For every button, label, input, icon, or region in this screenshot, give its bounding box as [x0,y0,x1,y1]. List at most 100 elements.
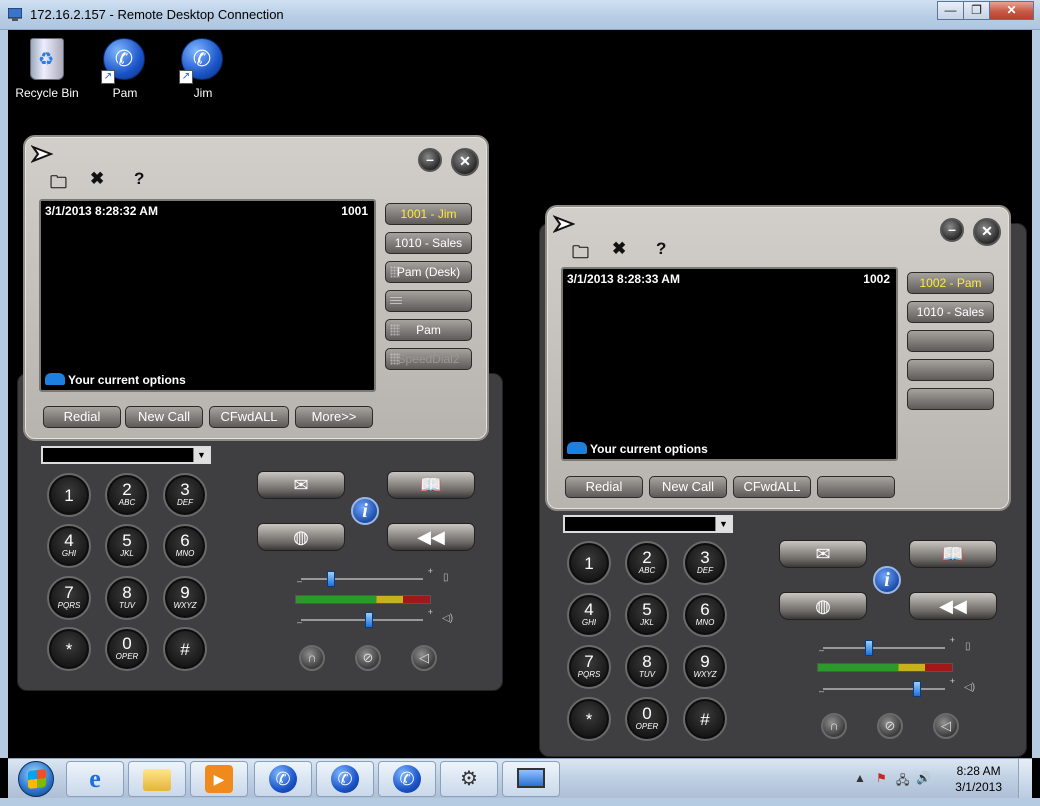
desktop-icon-pam[interactable]: ✆ ↗ Pam [88,38,162,100]
softkey-cfwdall[interactable]: CFwdALL [733,476,811,498]
taskbar-phone-app-1[interactable]: ✆ [254,761,312,797]
line-button-empty[interactable] [907,388,994,410]
key-1[interactable]: 1 [47,473,91,517]
logo-arrow-icon[interactable] [31,145,53,163]
line-button-1010-sales[interactable]: 1010 - Sales [907,301,994,323]
taskbar-windows-explorer[interactable] [128,761,186,797]
key-8[interactable]: 8 TUV [625,645,669,689]
key-2[interactable]: 2 ABC [105,473,149,517]
desktop-icon-jim[interactable]: ✆ ↗ Jim [166,38,240,100]
back-button[interactable]: ◀◀ [909,592,997,620]
key-9[interactable]: 9 WXYZ [683,645,727,689]
mute-button[interactable]: ⊘ [355,645,381,671]
speaker-volume-slider[interactable]: – + [297,607,433,628]
logo-arrow-icon[interactable] [553,215,575,233]
key-hash[interactable]: # [683,697,727,741]
mute-button[interactable]: ⊘ [877,713,903,739]
taskbar-internet-explorer[interactable]: e [66,761,124,797]
softkey-new-call[interactable]: New Call [125,406,203,428]
taskbar-media-player[interactable]: ▶ [190,761,248,797]
speed-dial-empty[interactable] [385,290,472,312]
line-button-1010-sales[interactable]: 1010 - Sales [385,232,472,254]
info-button[interactable]: i [351,497,379,525]
line-button-empty[interactable] [907,359,994,381]
help-icon[interactable]: ? [134,169,144,189]
minimize-button[interactable]: — [937,1,964,20]
dial-number-combobox[interactable]: ▼ [563,515,733,533]
messages-button[interactable]: ✉ [779,540,867,568]
key-7[interactable]: 7 PQRS [47,576,91,620]
key-3[interactable]: 3 DEF [163,473,207,517]
softkey-empty[interactable] [817,476,895,498]
taskbar-phone-app-2[interactable]: ✆ [316,761,374,797]
directories-button[interactable]: 📖 [909,540,997,568]
key-5[interactable]: 5 JKL [105,524,149,568]
line-button-1001-jim[interactable]: 1001 - Jim [385,203,472,225]
speaker-volume-slider[interactable]: – + [819,676,955,697]
restore-button[interactable]: ❐ [963,1,990,20]
services-button[interactable]: ◍ [257,523,345,551]
key-2[interactable]: 2 ABC [625,541,669,585]
key-star[interactable]: * [567,697,611,741]
show-hidden-icons-icon[interactable]: ▲ [854,771,866,785]
show-desktop-button[interactable] [1018,759,1032,799]
key-4[interactable]: 4 GHI [47,524,91,568]
desktop-icon-recycle-bin[interactable]: Recycle Bin [10,38,84,100]
line-button-empty[interactable] [907,330,994,352]
help-icon[interactable]: ? [656,239,666,259]
line-button-1002-pam[interactable]: 1002 - Pam [907,272,994,294]
folder-icon[interactable]: 🗀 [572,240,589,269]
start-button[interactable] [14,759,60,799]
dial-number-combobox[interactable]: ▼ [41,446,211,464]
services-button[interactable]: ◍ [779,592,867,620]
key-1[interactable]: 1 [567,541,611,585]
minimize-phone-button[interactable]: – [418,148,442,172]
key-star[interactable]: * [47,627,91,671]
taskbar-phone-app-3[interactable]: ✆ [378,761,436,797]
messages-button[interactable]: ✉ [257,471,345,499]
mic-volume-slider[interactable]: – + [819,635,955,656]
speed-dial-pam-desk[interactable]: Pam (Desk) [385,261,472,283]
minimize-phone-button[interactable]: – [940,218,964,242]
tools-icon[interactable]: ✖ [612,239,626,259]
headset-button[interactable]: ∩ [821,713,847,739]
close-phone-button[interactable]: ✕ [451,148,479,176]
taskbar-remote-desktop[interactable] [502,761,560,797]
key-7[interactable]: 7 PQRS [567,645,611,689]
chevron-down-icon[interactable]: ▼ [193,448,209,462]
key-9[interactable]: 9 WXYZ [163,576,207,620]
chevron-down-icon[interactable]: ▼ [715,517,731,531]
softkey-redial[interactable]: Redial [43,406,121,428]
speed-dial-2[interactable]: SpeedDial2 [385,348,472,370]
volume-icon[interactable]: 🔊 [916,771,931,785]
key-3[interactable]: 3 DEF [683,541,727,585]
tools-icon[interactable]: ✖ [90,169,104,189]
network-icon[interactable]: 🖧 [896,771,909,792]
key-6[interactable]: 6 MNO [163,524,207,568]
key-5[interactable]: 5 JKL [625,593,669,637]
directories-button[interactable]: 📖 [387,471,475,499]
taskbar-management-console[interactable]: ⚙ [440,761,498,797]
title-bar[interactable]: 172.16.2.157 - Remote Desktop Connection… [0,0,1040,30]
close-phone-button[interactable]: ✕ [973,218,1001,246]
speaker-button[interactable]: ◁ [933,713,959,739]
key-hash[interactable]: # [163,627,207,671]
clock[interactable]: 8:28 AM 3/1/2013 [955,763,1002,795]
speed-dial-pam[interactable]: Pam [385,319,472,341]
headset-button[interactable]: ∩ [299,645,325,671]
softkey-cfwdall[interactable]: CFwdALL [209,406,289,428]
key-8[interactable]: 8 TUV [105,576,149,620]
key-0[interactable]: 0 OPER [105,627,149,671]
speaker-button[interactable]: ◁ [411,645,437,671]
softkey-new-call[interactable]: New Call [649,476,727,498]
action-center-icon[interactable]: ⚑ [876,771,887,785]
key-0[interactable]: 0 OPER [625,697,669,741]
close-button[interactable]: ✕ [989,1,1034,20]
info-button[interactable]: i [873,566,901,594]
mic-volume-slider[interactable]: – + [297,566,433,587]
softkey-more[interactable]: More>> [295,406,373,428]
back-button[interactable]: ◀◀ [387,523,475,551]
folder-icon[interactable]: 🗀 [50,170,67,199]
key-4[interactable]: 4 GHI [567,593,611,637]
softkey-redial[interactable]: Redial [565,476,643,498]
